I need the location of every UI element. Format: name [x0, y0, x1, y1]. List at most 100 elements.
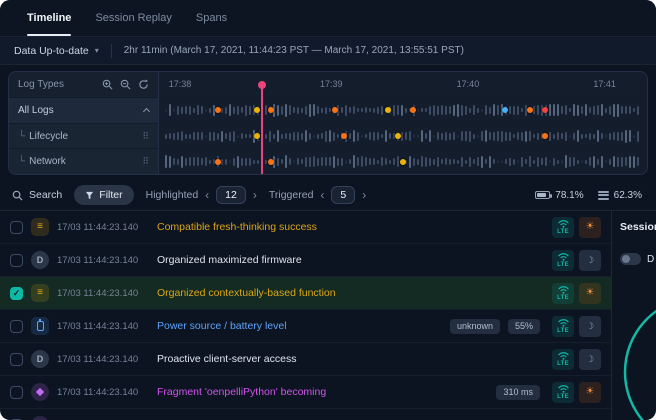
waveform-bar — [593, 156, 595, 168]
waveform-bar — [253, 160, 255, 164]
waveform-bar — [629, 156, 631, 168]
highlighted-prev-button[interactable]: ‹ — [205, 189, 209, 201]
event-dot-orange[interactable] — [268, 159, 274, 165]
data-status-dropdown[interactable]: Data Up-to-date ▾ — [14, 45, 99, 57]
network-lte-button[interactable]: LTE — [552, 349, 574, 370]
waveform-bar — [429, 158, 431, 166]
event-dot-yellow[interactable] — [395, 133, 401, 139]
time-label: 17:40 — [457, 79, 480, 89]
waveform-bar — [337, 158, 339, 166]
waveform-bar — [193, 132, 195, 140]
row-checkbox[interactable] — [10, 320, 23, 333]
triggered-prev-button[interactable]: ‹ — [320, 189, 324, 201]
chevron-up-icon[interactable] — [143, 108, 150, 115]
waveform-bar — [321, 157, 323, 166]
waveform-bar — [609, 159, 611, 165]
log-row[interactable]: 17/03 11:44:23.140 Fragment 'oenpelliPyt… — [0, 376, 611, 409]
network-lte-button[interactable]: LTE — [552, 382, 574, 403]
event-dot-orange[interactable] — [215, 159, 221, 165]
waveform-bar — [209, 132, 211, 141]
event-dot-orange[interactable] — [410, 107, 416, 113]
value-badge: unknown — [450, 319, 500, 334]
event-dot-yellow[interactable] — [254, 133, 260, 139]
waveform-bar — [581, 134, 583, 139]
track-network[interactable] — [159, 148, 647, 174]
waveform-bar — [533, 134, 535, 138]
event-dot-orange[interactable] — [527, 107, 533, 113]
event-dot-red[interactable] — [542, 107, 548, 113]
sun-mode-button[interactable]: ☀ — [579, 382, 601, 403]
timeline-row-lifecycle[interactable]: └ Lifecycle ⠿ — [9, 123, 158, 149]
event-dot-orange[interactable] — [542, 133, 548, 139]
event-dot-yellow[interactable] — [385, 107, 391, 113]
waveform-bar — [473, 105, 475, 115]
waveform-bar — [565, 132, 567, 141]
drag-handle-icon[interactable]: ⠿ — [142, 132, 149, 141]
waveform-bar — [485, 130, 487, 142]
track-lifecycle[interactable] — [159, 123, 647, 149]
event-dot-orange[interactable] — [215, 107, 221, 113]
waveform-bar — [421, 108, 423, 112]
waveform-bar — [457, 104, 459, 117]
sun-mode-button[interactable]: ☀ — [579, 217, 601, 238]
waveform-bar — [189, 106, 191, 115]
tab-spans[interactable]: Spans — [196, 0, 227, 36]
log-row[interactable]: D 17/03 11:44:23.140 Proactive client-se… — [0, 343, 611, 376]
row-checkbox[interactable] — [10, 254, 23, 267]
row-checkbox-checked[interactable] — [10, 287, 23, 300]
moon-mode-button[interactable]: ☽ — [579, 316, 601, 337]
network-lte-button[interactable]: LTE — [552, 283, 574, 304]
zoom-out-icon[interactable] — [120, 79, 131, 90]
row-checkbox[interactable] — [10, 221, 23, 234]
waveform-bar — [317, 106, 319, 114]
tab-session-replay[interactable]: Session Replay — [95, 0, 171, 36]
event-dot-yellow[interactable] — [254, 107, 260, 113]
filter-button[interactable]: Filter — [74, 185, 133, 205]
waveform-bar — [461, 131, 463, 141]
row-checkbox[interactable] — [10, 353, 23, 366]
moon-icon: ☽ — [586, 355, 594, 364]
waveform-bar — [417, 135, 419, 138]
track-all-logs[interactable] — [159, 97, 647, 123]
waveform-bar — [233, 131, 235, 142]
moon-mode-button[interactable]: ☽ — [579, 349, 601, 370]
playhead[interactable] — [261, 86, 263, 174]
network-lte-button[interactable]: LTE — [552, 217, 574, 238]
waveform-bar — [445, 158, 447, 165]
sun-mode-button[interactable]: ☀ — [579, 283, 601, 304]
zoom-in-icon[interactable] — [102, 79, 113, 90]
waveform-bar — [453, 159, 455, 164]
event-dot-orange[interactable] — [341, 133, 347, 139]
chevron-down-icon: ▾ — [95, 47, 99, 55]
search-button[interactable]: Search — [12, 189, 62, 201]
waveform-bar — [313, 156, 315, 167]
timeline-row-network[interactable]: └ Network ⠿ — [9, 148, 158, 174]
highlighted-count: 12 — [216, 186, 246, 204]
waveform-bar — [593, 134, 595, 139]
drag-handle-icon[interactable]: ⠿ — [142, 157, 149, 166]
waveform-bar — [165, 134, 167, 139]
log-row-selected[interactable]: ≡ 17/03 11:44:23.140 Organized contextua… — [0, 277, 611, 310]
refresh-icon[interactable] — [138, 79, 149, 90]
app-window: Timeline Session Replay Spans Data Up-to… — [0, 0, 656, 420]
waveform-bar — [601, 133, 603, 139]
network-lte-button[interactable]: LTE — [552, 316, 574, 337]
timeline-row-all-logs[interactable]: All Logs — [9, 97, 158, 123]
waveform-bar — [517, 106, 519, 115]
log-row[interactable]: ≡ 17/03 11:44:23.140 Compatible fresh-th… — [0, 211, 611, 244]
event-dot-orange[interactable] — [332, 107, 338, 113]
highlighted-next-button[interactable]: › — [253, 189, 257, 201]
log-row[interactable]: D 17/03 11:44:23.140 Organized maximized… — [0, 244, 611, 277]
network-lte-button[interactable]: LTE — [552, 250, 574, 271]
event-dot-orange[interactable] — [268, 107, 274, 113]
log-row-partial[interactable] — [0, 409, 611, 420]
waveform-bar — [597, 130, 599, 142]
tab-timeline[interactable]: Timeline — [27, 0, 71, 36]
waveform-bar — [221, 131, 223, 142]
event-dot-yellow[interactable] — [400, 159, 406, 165]
moon-mode-button[interactable]: ☽ — [579, 250, 601, 271]
row-checkbox[interactable] — [10, 386, 23, 399]
triggered-next-button[interactable]: › — [362, 189, 366, 201]
event-dot-blue[interactable] — [502, 107, 508, 113]
log-row[interactable]: 17/03 11:44:23.140 Power source / batter… — [0, 310, 611, 343]
